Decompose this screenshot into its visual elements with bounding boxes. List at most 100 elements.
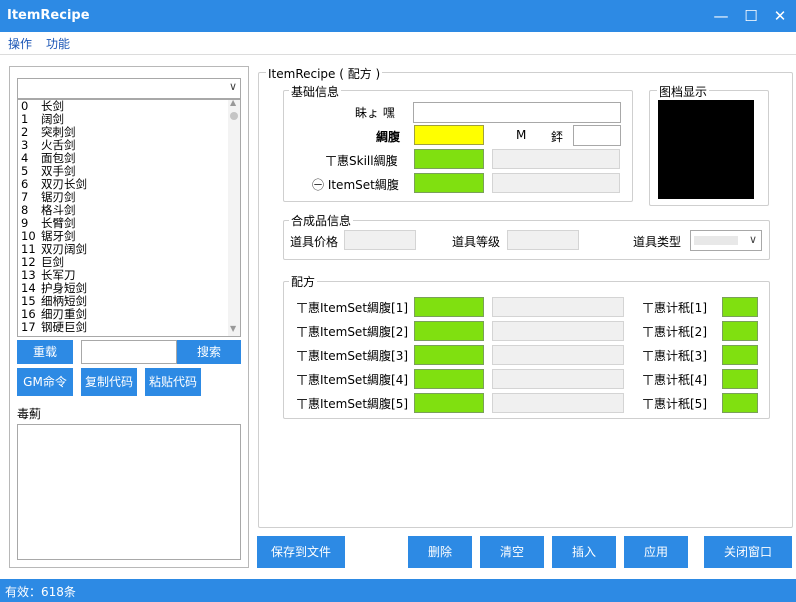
item-name: 双刃长剑 <box>41 177 87 191</box>
recipe-item-label-3: ㄒ惠ItemSet綢腹[3] <box>296 349 409 363</box>
item-name: 长剑 <box>41 99 64 113</box>
save-to-file-button[interactable]: 保存到文件 <box>257 536 345 568</box>
recipe-item-desc-5 <box>492 393 624 413</box>
price-input[interactable] <box>344 230 416 250</box>
search-button[interactable]: 搜索 <box>177 340 241 364</box>
scroll-down-icon[interactable]: ▼ <box>230 324 236 333</box>
recipe-count-input-5[interactable] <box>722 393 758 413</box>
status-text: 有效：618条 <box>5 585 76 599</box>
type-label: 道具类型 <box>633 235 682 249</box>
recipe-count-label-2: ㄒ惠计秖[2] <box>642 325 707 339</box>
itemset-desc <box>492 173 620 193</box>
recipe-item-input-3[interactable] <box>414 345 484 365</box>
product-group-title: 合成品信息 <box>289 212 354 229</box>
gm-command-button[interactable]: GM命令 <box>17 368 73 396</box>
recipe-item-label-2: ㄒ惠ItemSet綢腹[2] <box>296 325 409 339</box>
recipe-count-input-1[interactable] <box>722 297 758 317</box>
name-input[interactable] <box>413 102 621 123</box>
type-select-value <box>694 236 738 245</box>
clear-button[interactable]: 清空 <box>480 536 544 568</box>
recipe-group-title: 配方 <box>289 273 318 290</box>
recipe-item-label-1: ㄒ惠ItemSet綢腹[1] <box>296 301 409 315</box>
item-name: 格斗剑 <box>41 203 76 217</box>
level-label: 道具等级 <box>452 235 501 249</box>
window-title: ItemRecipe <box>7 8 90 23</box>
search-input[interactable] <box>81 340 177 364</box>
item-name: 巨剑 <box>41 255 64 269</box>
level-input[interactable] <box>507 230 579 250</box>
itemset-label: ㊀ ItemSet綢腹 <box>312 178 399 192</box>
list-scrollbar[interactable]: ▲ ▼ <box>228 100 240 336</box>
list-item[interactable]: 17 钢硬巨剑 <box>21 321 87 334</box>
recipe-count-label-1: ㄒ惠计秖[1] <box>642 301 707 315</box>
item-list[interactable]: 0 长剑 1 阔剑 2 突刺剑 3 火舌剑 4 面包剑 5 双手剑 6 双刃长剑 7 锯刃剑 8… <box>17 99 241 337</box>
recipe-item-desc-1 <box>492 297 624 317</box>
count-input[interactable] <box>573 125 621 146</box>
item-name: 火舌剑 <box>41 138 76 152</box>
recipe-item-desc-2 <box>492 321 624 341</box>
recipe-count-input-2[interactable] <box>722 321 758 341</box>
minimize-icon: — <box>713 7 729 25</box>
type-select[interactable]: ∨ <box>690 230 762 251</box>
recipe-item-input-5[interactable] <box>414 393 484 413</box>
insert-button[interactable]: 插入 <box>552 536 616 568</box>
item-name: 细刃重剑 <box>41 307 87 321</box>
m-label: M <box>516 128 527 142</box>
item-name: 锯刃剑 <box>41 190 76 204</box>
code-input[interactable] <box>414 125 484 145</box>
recipe-count-input-4[interactable] <box>722 369 758 389</box>
apply-button[interactable]: 应用 <box>624 536 688 568</box>
item-name: 长臂剑 <box>41 216 76 230</box>
category-combo[interactable]: ∨ <box>17 78 241 99</box>
menu-operate[interactable]: 操作 <box>8 35 32 52</box>
title-bar: ItemRecipe — ☐ ✕ <box>0 0 796 32</box>
close-window-text-button[interactable]: 关闭窗口 <box>704 536 792 568</box>
name-label: 眛ょ 嘿 <box>355 106 395 120</box>
paste-code-button[interactable]: 粘贴代码 <box>145 368 201 396</box>
item-name: 突刺剑 <box>41 125 76 139</box>
skill-input[interactable] <box>414 149 484 169</box>
item-name: 双手剑 <box>41 164 76 178</box>
maximize-button[interactable]: ☐ <box>738 5 764 27</box>
recipe-item-input-1[interactable] <box>414 297 484 317</box>
price-label: 道具价格 <box>290 235 339 249</box>
minimize-button[interactable]: — <box>708 5 734 27</box>
recipe-count-input-3[interactable] <box>722 345 758 365</box>
basic-info-title: 基础信息 <box>289 83 342 100</box>
recipe-item-input-2[interactable] <box>414 321 484 341</box>
item-index: 17 <box>21 320 36 334</box>
copy-code-button[interactable]: 复制代码 <box>81 368 137 396</box>
item-name: 长军刀 <box>41 268 76 282</box>
description-label: 毒薊 <box>17 407 42 421</box>
recipe-item-label-4: ㄒ惠ItemSet綢腹[4] <box>296 373 409 387</box>
recipe-count-label-5: ㄒ惠计秖[5] <box>642 397 707 411</box>
item-name: 细柄短剑 <box>41 294 87 308</box>
main-group-title: ItemRecipe ( 配方 ) <box>266 65 383 82</box>
recipe-count-label-4: ㄒ惠计秖[4] <box>642 373 707 387</box>
menu-function[interactable]: 功能 <box>46 35 70 52</box>
maximize-icon: ☐ <box>744 7 758 25</box>
scroll-thumb[interactable] <box>230 112 238 120</box>
recipe-item-desc-4 <box>492 369 624 389</box>
recipe-item-desc-3 <box>492 345 624 365</box>
description-textarea[interactable] <box>17 424 241 560</box>
itemset-input[interactable] <box>414 173 484 193</box>
code-label: 綢腹 <box>376 130 401 144</box>
count-label: 銔 <box>551 130 564 144</box>
chevron-down-icon: ∨ <box>228 80 237 93</box>
item-name: 钢硬巨剑 <box>41 320 87 334</box>
item-name: 双刃阔剑 <box>41 242 87 256</box>
close-window-button[interactable]: ✕ <box>767 5 793 27</box>
reload-button[interactable]: 重载 <box>17 340 73 364</box>
item-name: 护身短剑 <box>41 281 87 295</box>
skill-label: ㄒ惠Skill綢腹 <box>325 154 398 168</box>
delete-button[interactable]: 删除 <box>408 536 472 568</box>
chevron-down-icon: ∨ <box>748 233 757 246</box>
recipe-item-input-4[interactable] <box>414 369 484 389</box>
recipe-count-label-3: ㄒ惠计秖[3] <box>642 349 707 363</box>
item-name: 锯牙剑 <box>41 229 76 243</box>
scroll-up-icon[interactable]: ▲ <box>230 100 236 107</box>
recipe-item-label-5: ㄒ惠ItemSet綢腹[5] <box>296 397 409 411</box>
item-name: 面包剑 <box>41 151 76 165</box>
skill-desc <box>492 149 620 169</box>
